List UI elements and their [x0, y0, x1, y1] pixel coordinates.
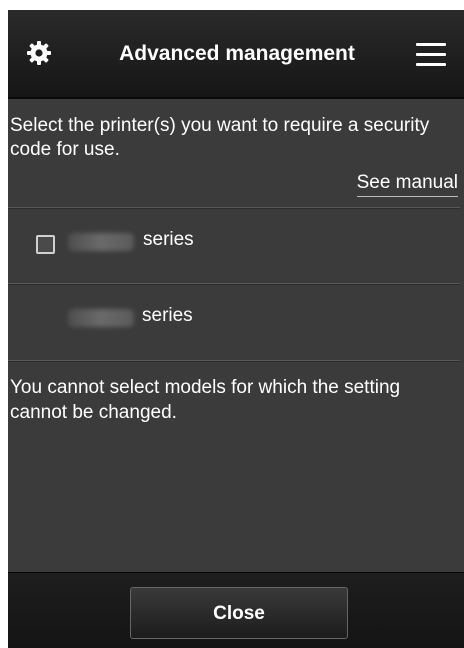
printer-row: series — [8, 284, 460, 360]
note-text: You cannot select models for which the s… — [10, 377, 401, 423]
printer-series-label: series — [142, 305, 193, 326]
page-title: Advanced management — [119, 42, 355, 65]
printer-checkbox[interactable] — [36, 235, 55, 254]
footer-bar: Close — [8, 572, 464, 648]
header-bar: Advanced management — [8, 10, 464, 99]
app-screen: Advanced management Select the printer(s… — [8, 10, 464, 648]
see-manual-link[interactable]: See manual — [356, 172, 458, 197]
close-button[interactable]: Close — [130, 587, 348, 639]
gear-icon[interactable] — [26, 40, 52, 66]
hamburger-menu-icon[interactable] — [416, 43, 446, 67]
blurred-model-name — [68, 233, 134, 251]
printer-series-label: series — [143, 229, 194, 250]
instructions-text: Select the printer(s) you want to requir… — [10, 115, 430, 160]
divider — [8, 360, 460, 362]
printer-row[interactable]: series — [8, 208, 460, 284]
blurred-model-name — [68, 309, 134, 327]
